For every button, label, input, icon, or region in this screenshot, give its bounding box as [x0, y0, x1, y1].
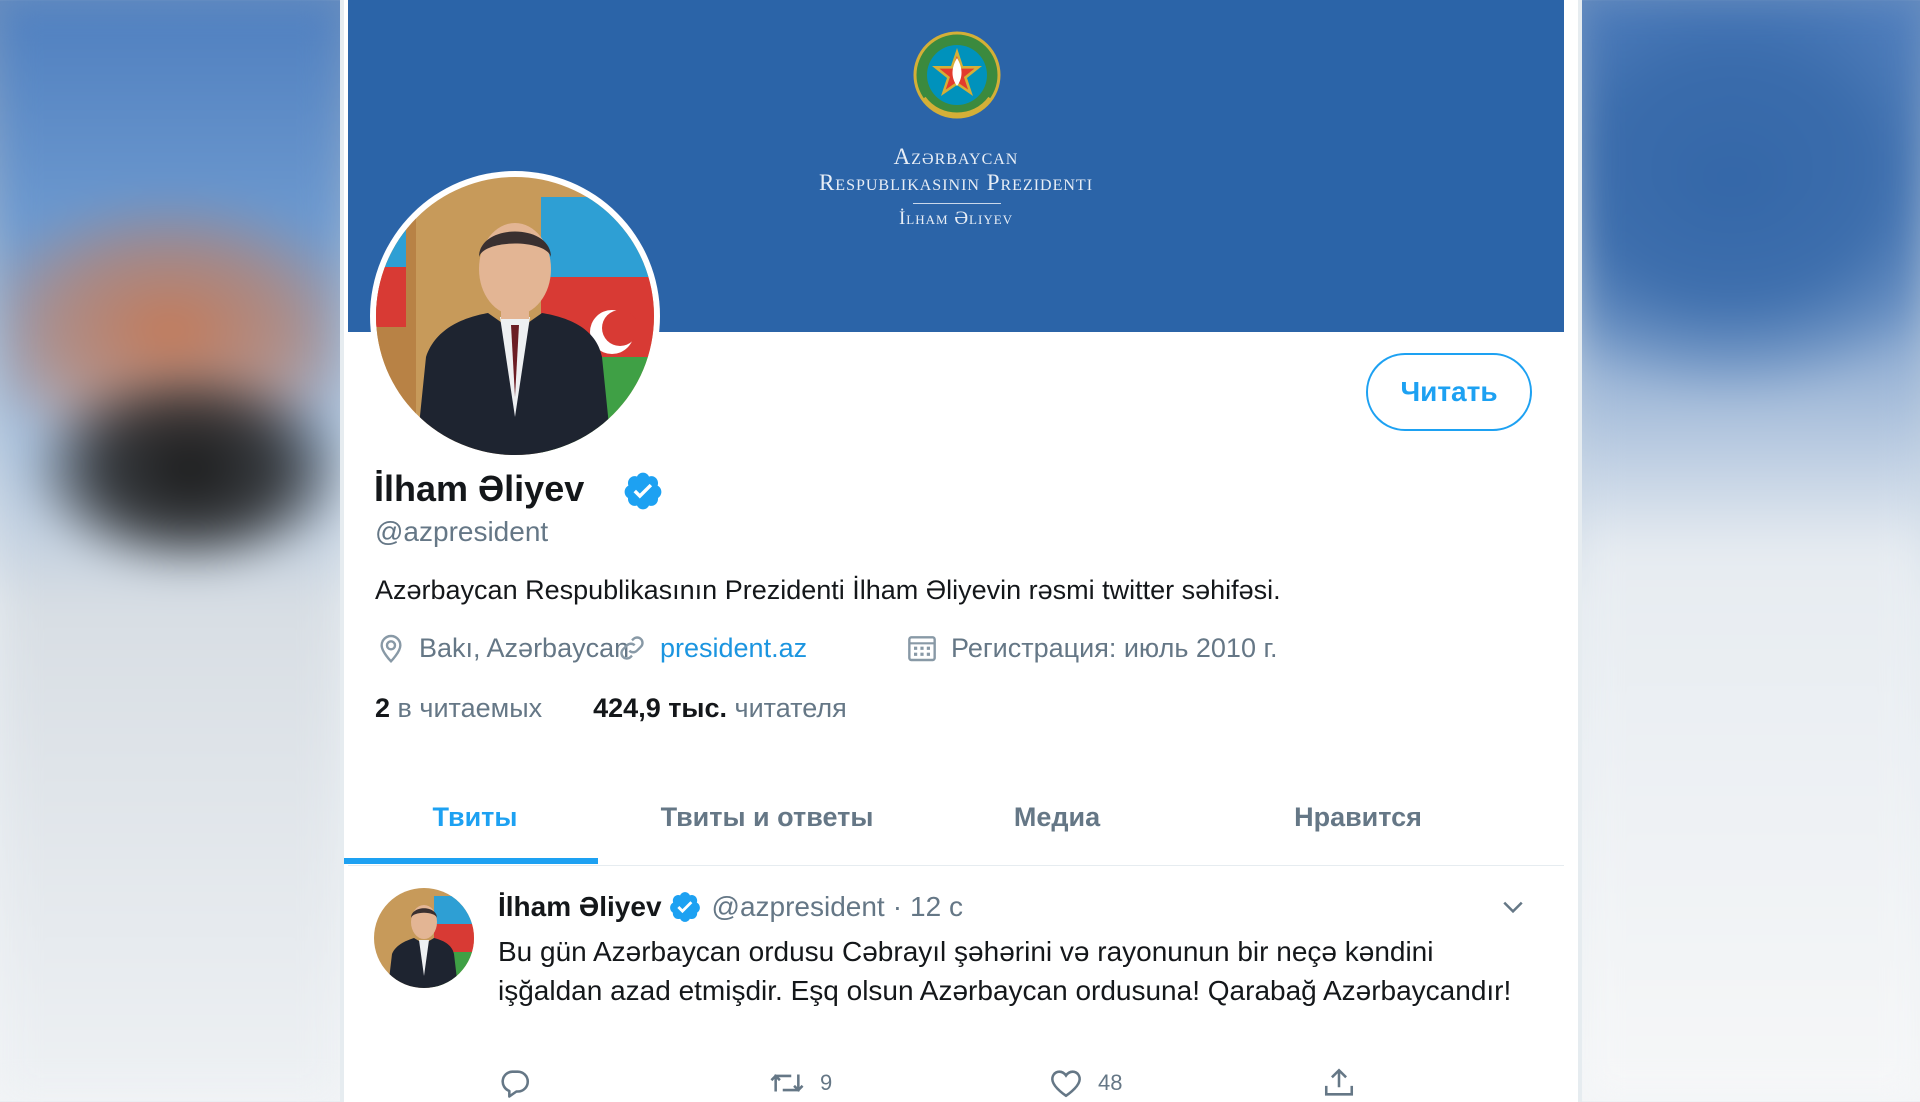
tab-media[interactable]: Медиа: [932, 770, 1182, 865]
profile-tabs: Твиты Твиты и ответы Медиа Нравится: [348, 770, 1564, 866]
tweet-author-handle[interactable]: @azpresident: [712, 891, 885, 923]
following-count: 2: [375, 693, 391, 723]
profile-website[interactable]: president.az: [616, 632, 807, 664]
like-action[interactable]: 48: [1048, 1066, 1122, 1100]
website-link[interactable]: president.az: [660, 633, 807, 664]
tab-tweets-replies[interactable]: Твиты и ответы: [602, 770, 932, 865]
tab-tweets[interactable]: Твиты: [348, 770, 602, 865]
profile-avatar[interactable]: [370, 171, 660, 461]
profile-location: Bakı, Azərbaycan: [375, 632, 629, 664]
followers-stat[interactable]: 424,9 тыс. читателя: [593, 693, 847, 723]
joined-text: Регистрация: июль 2010 г.: [951, 632, 1278, 663]
verified-badge-icon: [624, 472, 662, 510]
tweet-text: Bu gün Azərbaycan ordusu Cəbrayıl şəhəri…: [498, 936, 1512, 1006]
retweet-count: 9: [820, 1070, 833, 1095]
verified-badge-icon: [669, 892, 700, 922]
tweet-avatar-photo: [374, 888, 474, 988]
active-tab-indicator: [344, 858, 598, 864]
banner-divider: [913, 203, 1001, 204]
profile-handle: @azpresident: [375, 516, 549, 547]
profile-bio: Azərbaycan Respublikasının Prezidenti İl…: [375, 575, 1281, 605]
profile-name: İlham Əliyev: [374, 468, 585, 509]
share-action[interactable]: [1322, 1066, 1370, 1100]
tab-likes[interactable]: Нравится: [1182, 770, 1534, 865]
tweet-time[interactable]: 12 с: [910, 891, 963, 923]
reply-action[interactable]: [498, 1066, 546, 1100]
location-text: Bakı, Azərbaycan: [419, 632, 630, 663]
tweet-header: İlham Əliyev @azpresident · 12 с: [498, 890, 963, 924]
tweet-separator: ·: [892, 891, 903, 922]
profile-stats: 2 в читаемых 424,9 тыс. читателя: [375, 693, 847, 724]
emblem-logo: [913, 31, 1001, 119]
following-label: в читаемых: [397, 693, 543, 723]
tweet-avatar[interactable]: [374, 888, 474, 988]
retweet-icon: [770, 1074, 804, 1092]
heart-icon: [1051, 1070, 1081, 1098]
reply-icon: [501, 1070, 530, 1098]
profile-joined: Регистрация: июль 2010 г.: [905, 632, 1278, 664]
followers-count: 424,9 тыс.: [593, 693, 728, 723]
banner-title-line1: Azərbaycan: [893, 144, 1019, 169]
link-icon: [620, 636, 644, 660]
calendar-icon: [908, 636, 936, 662]
profile-card: Azərbaycan Respublikasının Prezidenti İl…: [340, 0, 1582, 1102]
blurred-background-right: [1582, 0, 1920, 1102]
chevron-down-icon[interactable]: [1498, 892, 1528, 922]
location-pin-icon: [380, 634, 402, 664]
blurred-background-left: [0, 0, 340, 1102]
avatar-photo: [376, 177, 654, 455]
like-count: 48: [1098, 1070, 1123, 1095]
following-stat[interactable]: 2 в читаемых: [375, 693, 542, 723]
tweet-author-name[interactable]: İlham Əliyev: [498, 891, 662, 923]
share-icon: [1324, 1068, 1354, 1096]
followers-label: читателя: [734, 693, 847, 723]
follow-button[interactable]: Читать: [1366, 353, 1532, 431]
retweet-action[interactable]: 9: [768, 1066, 832, 1100]
